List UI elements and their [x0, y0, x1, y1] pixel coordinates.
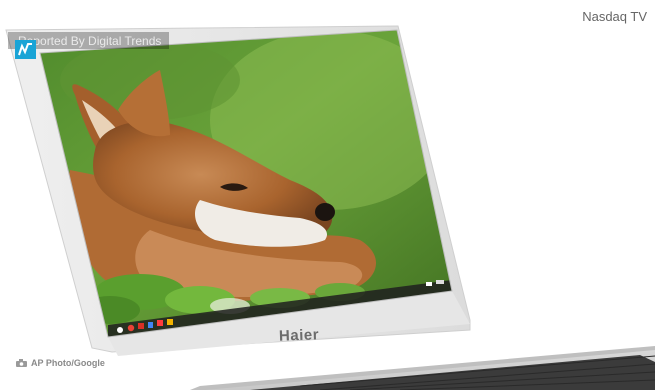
files-icon[interactable] [167, 319, 173, 325]
youtube-icon[interactable] [157, 320, 163, 326]
battery-icon[interactable] [436, 280, 444, 284]
gmail-icon[interactable] [138, 323, 144, 329]
nasdaq-n-logo-icon [15, 40, 36, 59]
photo-credit-text: AP Photo/Google [31, 358, 105, 368]
video-frame: Nasdaq TV Reported By Digital Trends Hai… [0, 0, 655, 390]
launcher-icon[interactable] [117, 327, 123, 333]
laptop-brand-label: Haier [278, 326, 320, 345]
photo-credit: AP Photo/Google [16, 354, 105, 372]
wifi-icon[interactable] [426, 282, 432, 286]
laptop-scene [5, 25, 655, 390]
camera-icon [16, 354, 27, 372]
docs-icon[interactable] [148, 322, 153, 328]
chrome-icon[interactable] [127, 324, 135, 332]
nasdaq-tv-brand: Nasdaq TV [582, 9, 647, 24]
reported-by-text: Reported By Digital Trends [18, 33, 162, 48]
